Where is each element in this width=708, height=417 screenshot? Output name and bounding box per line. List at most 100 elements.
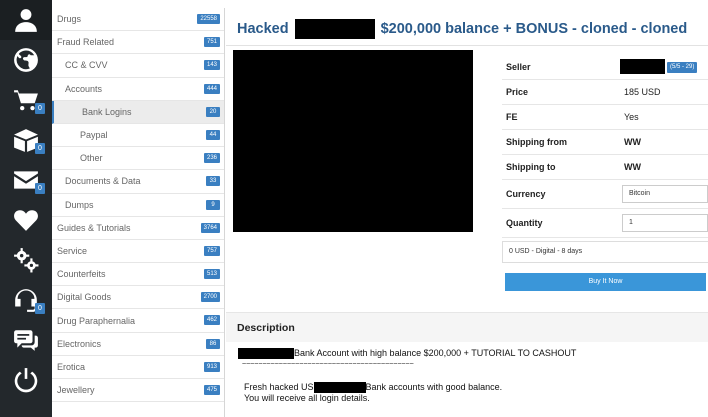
- category-label: Paypal: [80, 130, 108, 141]
- category-item[interactable]: Electronics 86: [52, 333, 224, 356]
- rail-support[interactable]: 0: [0, 280, 52, 320]
- category-label: Guides & Tutorials: [57, 222, 131, 233]
- buy-it-now-button[interactable]: Buy It Now: [505, 273, 706, 291]
- category-count-badge: 86: [206, 338, 220, 349]
- category-item[interactable]: Bank Logins 20: [52, 100, 224, 124]
- category-label: Drug Paraphernalia: [57, 315, 136, 326]
- description-separator: ~~~~~~~~~~~~~~~~~~~~~~~~~~~~~~~~~~~~~~~~…: [242, 361, 414, 368]
- rail-settings[interactable]: [0, 240, 52, 280]
- support-badge: 0: [35, 303, 45, 314]
- category-count-badge: 513: [203, 269, 220, 280]
- category-label: Fraud Related: [57, 37, 115, 48]
- title-prefix: Hacked: [237, 21, 289, 37]
- icon-rail: 0 0 0 0: [0, 0, 52, 417]
- quantity-input[interactable]: 1: [622, 214, 708, 232]
- description-line-1-text: Bank Account with high balance $200,000 …: [294, 348, 577, 358]
- messages-badge: 0: [35, 183, 45, 194]
- category-sidebar: Drugs 22558 Fraud Related 751 CC & CVV 143 Acc…: [52, 8, 224, 417]
- globe-icon: [14, 48, 38, 72]
- category-count-badge: 2700: [200, 292, 220, 303]
- price-row: Price 185 USD: [502, 80, 708, 105]
- fe-value: Yes: [624, 112, 639, 122]
- category-item[interactable]: Paypal 44: [52, 124, 224, 148]
- price-label: Price: [506, 87, 529, 97]
- seller-row: Seller (5/5 - 29): [502, 55, 708, 80]
- category-item[interactable]: Erotica 913: [52, 356, 224, 379]
- rail-forum[interactable]: [0, 320, 52, 360]
- rail-cart[interactable]: 0: [0, 80, 52, 120]
- category-count-badge: 757: [203, 245, 220, 256]
- product-image: [233, 50, 473, 232]
- category-item[interactable]: Jewellery 475: [52, 379, 224, 403]
- rail-favorites[interactable]: [0, 200, 52, 240]
- category-count-badge: 20: [206, 106, 220, 117]
- category-item[interactable]: Counterfeits 513: [52, 263, 224, 287]
- category-item[interactable]: CC & CVV 143: [52, 54, 224, 78]
- title-divider: [226, 45, 708, 46]
- seller-label: Seller: [506, 62, 531, 72]
- description-line-3-suffix: Bank accounts with good balance.: [365, 382, 503, 392]
- category-item[interactable]: Dumps 9: [52, 194, 224, 217]
- category-count-badge: 475: [203, 385, 220, 395]
- category-count-badge: 9: [206, 199, 220, 210]
- chat-icon: [14, 330, 38, 351]
- category-item[interactable]: Service 757: [52, 240, 224, 264]
- title-redaction: [294, 19, 375, 39]
- bank-name-redaction: [238, 348, 294, 360]
- category-item[interactable]: Documents & Data 33: [52, 170, 224, 194]
- shipping-from-value: WW: [624, 137, 641, 147]
- category-item[interactable]: Guides & Tutorials 3764: [52, 217, 224, 240]
- category-label: Jewellery: [57, 385, 95, 396]
- category-label: Electronics: [57, 338, 102, 349]
- category-label: Service: [57, 245, 88, 256]
- rail-orders[interactable]: 0: [0, 120, 52, 160]
- shipping-from-label: Shipping from: [506, 137, 567, 147]
- rail-profile[interactable]: [0, 0, 52, 40]
- category-item[interactable]: Drugs 22558: [52, 8, 224, 32]
- shipping-to-row: Shipping to WW: [502, 155, 708, 180]
- currency-select[interactable]: Bitcoin: [622, 185, 708, 203]
- shipping-to-value: WW: [624, 162, 641, 172]
- quantity-label: Quantity: [506, 218, 543, 228]
- category-label: CC & CVV: [65, 60, 108, 71]
- category-item[interactable]: Accounts 444: [52, 78, 224, 101]
- orders-badge: 0: [35, 143, 45, 154]
- shipping-from-row: Shipping from WW: [502, 130, 708, 155]
- listing-title: Hacked $200,000 balance + BONUS - cloned…: [237, 16, 687, 42]
- category-count-badge: 444: [203, 83, 220, 94]
- category-label: Counterfeits: [57, 269, 106, 280]
- rail-browse[interactable]: [0, 40, 52, 80]
- description-line-3-prefix: Fresh hacked US: [244, 382, 314, 392]
- currency-label: Currency: [506, 189, 546, 199]
- category-item[interactable]: Other 236: [52, 147, 224, 171]
- fe-label: FE: [506, 112, 518, 122]
- gears-icon: [14, 248, 39, 273]
- category-label: Documents & Data: [65, 176, 141, 187]
- category-count-badge: 143: [203, 60, 220, 71]
- category-item[interactable]: Fraud Related 751: [52, 31, 224, 55]
- rail-logout[interactable]: [0, 360, 52, 400]
- category-label: Other: [80, 153, 103, 164]
- quantity-row: Quantity 1: [502, 209, 708, 238]
- rail-messages[interactable]: 0: [0, 160, 52, 200]
- cart-badge: 0: [35, 103, 45, 114]
- description-line-1: Bank Account with high balance $200,000 …: [238, 347, 577, 360]
- category-label: Drugs: [57, 14, 82, 25]
- category-count-badge: 462: [203, 315, 220, 326]
- description-heading: Description: [237, 322, 295, 334]
- category-count-badge: 751: [203, 37, 220, 48]
- seller-name-redaction[interactable]: [620, 59, 665, 74]
- shipping-option-select[interactable]: 0 USD - Digital - 8 days: [502, 241, 708, 263]
- category-label: Dumps: [65, 199, 94, 210]
- category-count-badge: 44: [206, 129, 220, 140]
- category-count-badge: 33: [206, 176, 220, 187]
- category-count-badge: 236: [203, 153, 220, 164]
- category-label: Digital Goods: [57, 292, 112, 303]
- app-root: 0 0 0 0 Drugs 22558 Fraud Related 751 CC & C…: [0, 0, 708, 417]
- category-count-badge: 3764: [200, 222, 220, 233]
- price-value: 185 USD: [624, 87, 661, 97]
- category-item[interactable]: Drug Paraphernalia 462: [52, 309, 224, 333]
- title-suffix: $200,000 balance + BONUS - cloned - clon…: [380, 21, 688, 37]
- power-icon: [14, 368, 38, 393]
- category-item[interactable]: Digital Goods 2700: [52, 286, 224, 310]
